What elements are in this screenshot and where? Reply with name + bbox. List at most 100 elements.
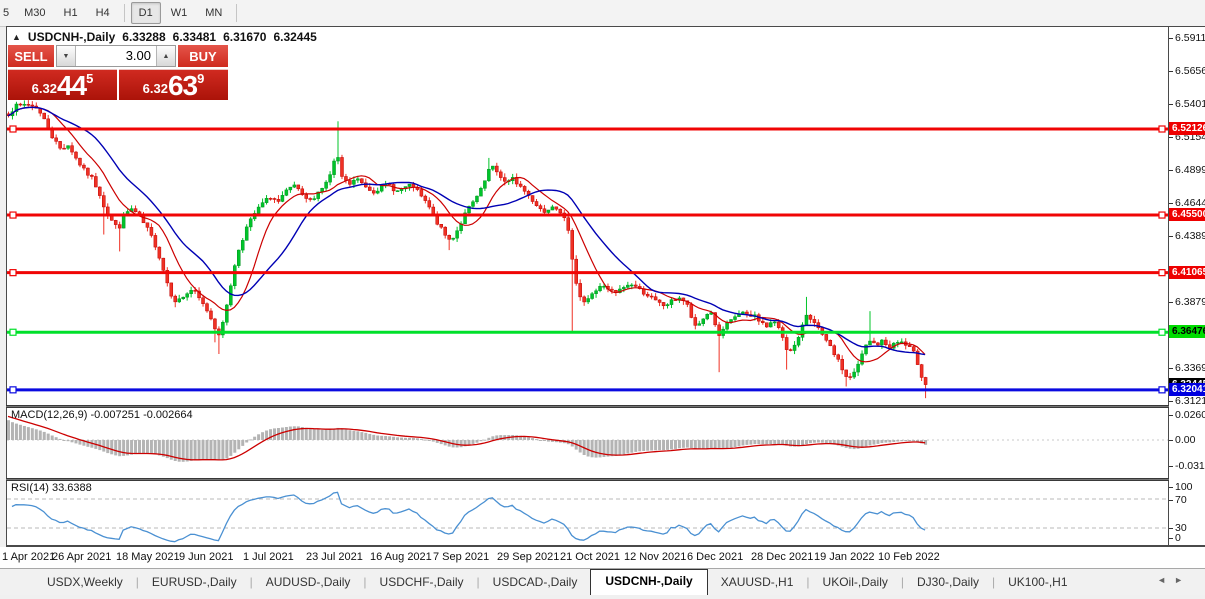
timeframe-button-h4[interactable]: H4 [88,2,118,24]
macd-axis-label: 0.02607 [1175,409,1205,421]
axis-tick [1169,440,1173,441]
tab-scroll-right-icon[interactable]: ► [1174,575,1191,585]
level-line-handle [1158,269,1166,277]
timeframe-button-h1[interactable]: H1 [56,2,86,24]
axis-tick [1169,466,1173,467]
rsi-axis-label: 0 [1175,532,1181,544]
axis-tick [1169,500,1173,501]
price-axis-label: 6.33690 [1175,362,1205,374]
volume-spinner: ▼ 3.00 ▲ [56,45,176,67]
price-axis[interactable]: 6.591156.565656.540156.515406.489906.464… [1169,27,1205,545]
level-line-handle [9,328,17,336]
axis-tick [1169,104,1173,105]
price-axis-label: 6.38790 [1175,296,1205,308]
tab-scroll-arrows: ◄► [1157,575,1191,585]
chevron-up-icon: ▲ [162,52,170,60]
date-label: 7 Sep 2021 [433,551,490,563]
timeframe-button-d1[interactable]: D1 [130,2,161,24]
axis-tick [1169,401,1173,402]
chart-tab-usdx-weekly[interactable]: USDX,Weekly [34,571,136,595]
level-line-handle [1158,328,1166,336]
axis-tick [1169,538,1173,539]
price-axis-label: 6.56565 [1175,65,1205,77]
axis-tick [1169,38,1173,39]
date-label: 12 Nov 2021 [624,551,687,563]
sell-price-display[interactable]: 6.32 44 5 [8,69,117,100]
chart-tab-audusd-daily[interactable]: AUDUSD-,Daily [253,571,364,595]
date-label: 26 Apr 2021 [52,551,112,563]
date-label: 18 May 2021 [116,551,180,563]
level-line-handle [9,125,17,133]
level-price-box: 6.32041 [1169,383,1205,396]
timeframe-button-mn[interactable]: MN [197,2,230,24]
chart-tab-uk100-h1[interactable]: UK100-,H1 [995,571,1080,595]
sell-price-sup: 5 [86,71,94,86]
level-line-handle [1158,386,1166,394]
sell-price-prefix: 6.32 [31,81,57,96]
date-label: 16 Aug 2021 [370,551,432,563]
rsi-indicator-label: RSI(14) 33.6388 [11,482,92,494]
buy-price-prefix: 6.32 [142,81,168,96]
date-label: 10 Feb 2022 [878,551,940,563]
axis-tick [1169,487,1173,488]
date-label: 9 Jun 2021 [179,551,234,563]
level-price-box: 6.45500 [1169,208,1205,221]
date-label: 19 Jan 2022 [814,551,875,563]
buy-button[interactable]: BUY [178,45,228,67]
chart-tab-usdcnh-daily[interactable]: USDCNH-,Daily [590,569,708,595]
level-line-handle [1158,211,1166,219]
axis-tick [1169,368,1173,369]
rsi-indicator-canvas[interactable] [7,481,1168,545]
timeframe-button-w1[interactable]: W1 [163,2,196,24]
macd-axis-label: 0.00 [1175,434,1196,446]
toolbar-separator [123,4,125,22]
date-label: 28 Dec 2021 [751,551,814,563]
timeframe-button-5[interactable]: 5 [1,2,14,24]
axis-tick [1169,415,1173,416]
level-line-handle [1158,125,1166,133]
volume-increase-button[interactable]: ▲ [156,46,175,66]
macd-axis-label: -0.03187 [1175,460,1205,472]
level-line-handle [9,386,17,394]
timeframe-button-m30[interactable]: M30 [16,2,53,24]
volume-decrease-button[interactable]: ▼ [57,46,76,66]
date-label: 1 Jul 2021 [243,551,294,563]
date-label: 23 Jul 2021 [306,551,363,563]
timeframe-toolbar: 5 M30 H1 H4 D1 W1 MN [0,0,1205,27]
buy-price-sup: 9 [197,71,205,86]
level-line-handle [9,269,17,277]
mt4-window: 5M30H1H4D1W1MN 6.591156.565656.540156.51… [0,0,1205,599]
volume-input[interactable]: 3.00 [76,46,156,66]
time-axis[interactable]: 1 Apr 2021 26 Apr 2021 18 May 2021 9 Jun 20… [0,547,1205,568]
chart-tab-usdcad-daily[interactable]: USDCAD-,Daily [480,571,591,595]
macd-indicator-label: MACD(12,26,9) -0.007251 -0.002664 [11,409,193,421]
chart-tab-eurusd-daily[interactable]: EURUSD-,Daily [139,571,250,595]
axis-tick [1169,236,1173,237]
tab-scroll-left-icon[interactable]: ◄ [1157,575,1174,585]
ohlc-close: 6.32445 [273,30,317,44]
rsi-line [11,491,926,543]
chart-tab-xauusd-h1[interactable]: XAUUSD-,H1 [708,571,807,595]
sell-price-big: 44 [56,70,87,101]
date-label: 21 Oct 2021 [560,551,620,563]
date-label: 6 Dec 2021 [687,551,744,563]
rsi-axis-label: 100 [1175,481,1193,493]
buy-price-display[interactable]: 6.32 63 9 [119,69,228,100]
date-label: 29 Sep 2021 [497,551,560,563]
ohlc-high: 6.33481 [172,30,217,44]
chart-tab-usdchf-daily[interactable]: USDCHF-,Daily [367,571,477,595]
one-click-collapse-icon[interactable]: ▲ [12,32,21,42]
axis-tick [1169,302,1173,303]
price-axis-label: 6.31215 [1175,395,1205,407]
axis-tick [1169,170,1173,171]
chart-tab-dj30-daily[interactable]: DJ30-,Daily [904,571,992,595]
toolbar-separator [236,4,238,22]
level-price-box: 6.36476 [1169,325,1205,338]
one-click-trading-widget: SELL ▼ 3.00 ▲ BUY 6.32 44 5 6.32 63 9 [8,45,228,100]
chart-tab-ukoil-daily[interactable]: UKOil-,Daily [810,571,901,595]
sell-button[interactable]: SELL [8,45,54,67]
axis-tick [1169,528,1173,529]
price-axis-label: 6.48990 [1175,164,1205,176]
axis-tick [1169,203,1173,204]
ohlc-open: 6.33288 [122,30,166,44]
